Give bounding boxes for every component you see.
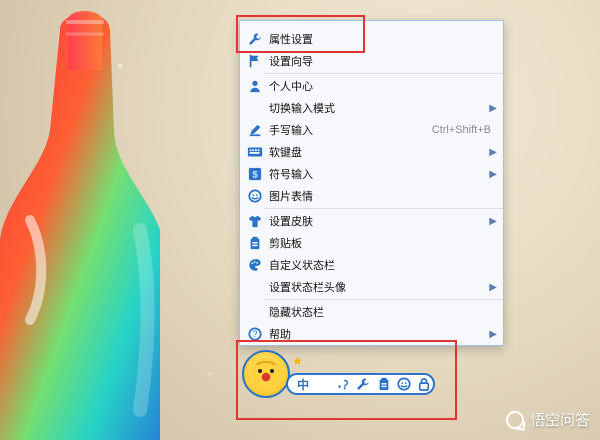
keyboard-icon	[246, 143, 264, 161]
menu-item-label: 剪贴板	[269, 237, 302, 250]
menu-item-label: 设置状态栏头像	[269, 281, 346, 294]
submenu-arrow-icon: ▶	[489, 215, 497, 227]
menu-item-clipboard[interactable]: 剪贴板	[240, 232, 503, 254]
svg-text:?: ?	[253, 329, 258, 339]
menu-item-label: 手写输入	[269, 124, 313, 137]
menu-item-statusbar-avatar[interactable]: 设置状态栏头像 ▶	[240, 276, 503, 298]
submenu-arrow-icon: ▶	[489, 146, 497, 158]
submenu-arrow-icon: ▶	[489, 328, 497, 340]
user-icon	[246, 77, 264, 95]
menu-item-label: 设置皮肤	[269, 215, 313, 228]
menu-item-personal-center[interactable]: 个人中心	[240, 75, 503, 97]
clipboard-icon	[246, 234, 264, 252]
palette-icon	[246, 256, 264, 274]
menu-item-label: 切换输入模式	[269, 102, 335, 115]
watermark: 悟空问答	[505, 409, 590, 430]
svg-text:$: $	[252, 170, 258, 181]
menu-item-switch-input-mode[interactable]: 切换输入模式 ▶	[240, 97, 503, 119]
wukong-logo-icon	[505, 410, 524, 429]
menu-item-custom-statusbar[interactable]: 自定义状态栏	[240, 254, 503, 276]
menu-separator	[264, 208, 503, 209]
menu-item-symbol-input[interactable]: $ 符号输入 ▶	[240, 163, 503, 185]
menu-item-label: 自定义状态栏	[269, 259, 335, 272]
dollar-icon: $	[246, 165, 264, 183]
highlight-box	[236, 15, 365, 53]
menu-item-soft-keyboard[interactable]: 软键盘 ▶	[240, 141, 503, 163]
submenu-arrow-icon: ▶	[489, 102, 497, 114]
submenu-arrow-icon: ▶	[489, 281, 497, 293]
menu-item-label: 个人中心	[269, 80, 313, 93]
context-menu: 属性设置 设置向导 个人中心 切换输入模式 ▶ 手写输入 Ctrl+Shift+…	[239, 20, 504, 346]
menu-item-image-emoji[interactable]: 图片表情	[240, 185, 503, 207]
smile-icon	[246, 187, 264, 205]
menu-separator	[264, 299, 503, 300]
pen-icon	[246, 121, 264, 139]
menu-item-handwriting[interactable]: 手写输入 Ctrl+Shift+B	[240, 119, 503, 141]
menu-item-label: 隐藏状态栏	[269, 306, 324, 319]
menu-item-shortcut: Ctrl+Shift+B	[431, 124, 491, 136]
menu-separator	[264, 73, 503, 74]
watermark-text: 悟空问答	[529, 411, 590, 429]
flag-icon	[246, 52, 264, 70]
shirt-icon	[246, 212, 264, 230]
menu-item-label: 软键盘	[269, 146, 302, 159]
highlight-box	[236, 340, 457, 420]
menu-item-skin[interactable]: 设置皮肤 ▶	[240, 210, 503, 232]
menu-item-setup-wizard[interactable]: 设置向导	[240, 50, 503, 72]
menu-item-label: 符号输入	[269, 168, 313, 181]
menu-item-label: 图片表情	[269, 190, 313, 203]
menu-item-label: 设置向导	[269, 55, 313, 68]
submenu-arrow-icon: ▶	[489, 168, 497, 180]
menu-item-hide-statusbar[interactable]: 隐藏状态栏	[240, 301, 503, 323]
